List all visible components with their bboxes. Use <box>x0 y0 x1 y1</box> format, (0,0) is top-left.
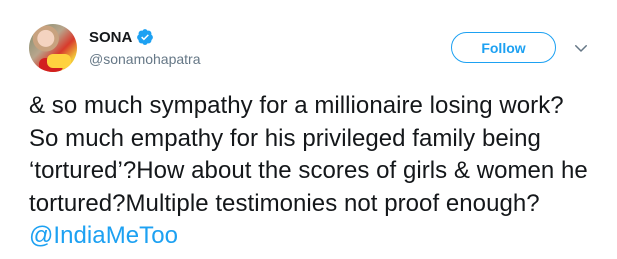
user-name[interactable]: SONA <box>89 29 132 46</box>
chevron-down-icon[interactable] <box>572 39 590 57</box>
tweet-card: SONA @sonamohapatra Follow & so much sym… <box>0 0 617 259</box>
hashtag-link[interactable]: @IndiaMeToo <box>29 222 178 249</box>
tweet-body: & so much sympathy for a millionaire los… <box>29 92 588 217</box>
verified-badge-icon <box>137 29 154 45</box>
follow-button[interactable]: Follow <box>451 32 556 63</box>
user-handle[interactable]: @sonamohapatra <box>89 51 201 67</box>
avatar[interactable] <box>29 24 77 72</box>
tweet-text: & so much sympathy for a millionaire los… <box>29 90 599 253</box>
user-name-row[interactable]: SONA <box>89 28 154 46</box>
